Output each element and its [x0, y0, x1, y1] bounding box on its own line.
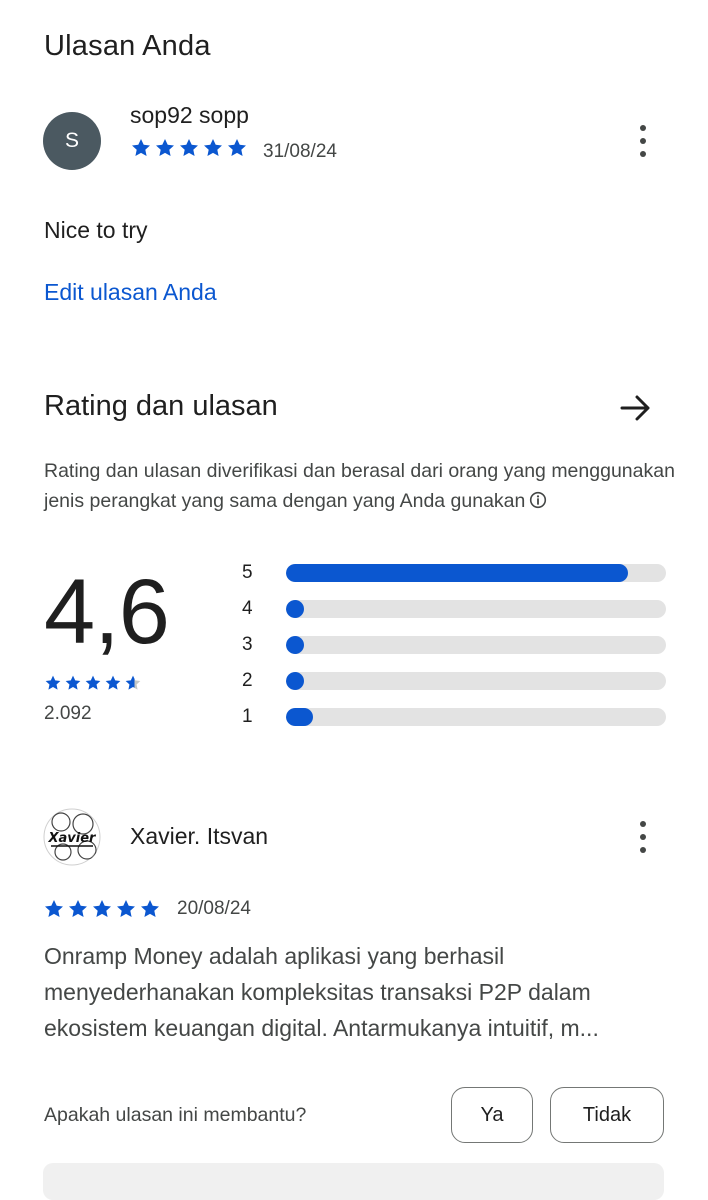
helpful-no-button[interactable]: Tidak: [550, 1087, 664, 1143]
average-rating: 4,6: [44, 561, 170, 663]
star-icon: [44, 674, 62, 692]
helpful-question: Apakah ulasan ini membantu?: [44, 1104, 307, 1126]
star-icon: [130, 137, 152, 159]
rating-bar-fill: [286, 672, 304, 690]
rating-bar-3: 3: [242, 634, 666, 656]
rating-bar-label: 5: [242, 562, 253, 583]
ratings-heading: Rating dan ulasan: [44, 390, 278, 422]
your-review-stars: [130, 137, 248, 159]
rating-bar-2: 2: [242, 670, 666, 692]
your-review-heading: Ulasan Anda: [44, 30, 211, 62]
avatar: S: [43, 112, 101, 170]
rating-bar-track: [286, 636, 666, 654]
reviewer-name: Xavier. Itsvan: [130, 823, 269, 849]
reviewer-date: 20/08/24: [177, 898, 251, 919]
star-icon: [115, 898, 137, 920]
star-icon: [139, 898, 161, 920]
rating-bar-4: 4: [242, 598, 666, 620]
rating-bar-track: [286, 600, 666, 618]
rating-bar-fill: [286, 600, 304, 618]
star-icon: [64, 674, 82, 692]
rating-bar-fill: [286, 636, 304, 654]
rating-bar-track: [286, 672, 666, 690]
rating-bar-label: 4: [242, 598, 253, 619]
rating-bar-fill: [286, 708, 313, 726]
star-icon: [91, 898, 113, 920]
more-vert-icon[interactable]: [631, 817, 655, 857]
average-stars: [44, 674, 142, 692]
ratings-description-text: Rating dan ulasan diverifikasi dan beras…: [44, 460, 675, 512]
edit-review-link[interactable]: Edit ulasan Anda: [44, 279, 217, 306]
your-review-user-name: sop92 sopp: [130, 102, 249, 128]
reviewer-avatar: Xavier: [43, 808, 101, 866]
your-review-date: 31/08/24: [263, 141, 337, 162]
arrow-right-icon[interactable]: [616, 388, 656, 428]
rating-bar-label: 1: [242, 706, 253, 727]
star-icon: [154, 137, 176, 159]
review-text[interactable]: Onramp Money adalah aplikasi yang berhas…: [44, 938, 664, 1046]
rating-bar-track: [286, 564, 666, 582]
star-icon: [124, 674, 142, 692]
reviewer-stars: [43, 898, 161, 920]
star-icon: [226, 137, 248, 159]
ratings-count: 2.092: [44, 703, 92, 724]
star-icon: [84, 674, 102, 692]
star-icon: [43, 898, 65, 920]
star-icon: [202, 137, 224, 159]
rating-bar-1: 1: [242, 706, 666, 728]
rating-bar-label: 2: [242, 670, 253, 691]
star-icon: [67, 898, 89, 920]
avatar-letter: S: [64, 129, 79, 152]
rating-bar-5: 5: [242, 562, 666, 584]
developer-reply-card: [43, 1163, 664, 1200]
rating-bar-fill: [286, 564, 628, 582]
review-text-content: Onramp Money adalah aplikasi yang berhas…: [44, 943, 599, 1041]
star-icon: [104, 674, 122, 692]
rating-bar-track: [286, 708, 666, 726]
ratings-description: Rating dan ulasan diverifikasi dan beras…: [44, 457, 684, 518]
star-icon: [178, 137, 200, 159]
helpful-yes-button[interactable]: Ya: [451, 1087, 533, 1143]
rating-bar-label: 3: [242, 634, 253, 655]
info-icon[interactable]: [529, 489, 547, 519]
more-vert-icon[interactable]: [631, 121, 655, 161]
your-review-text: Nice to try: [44, 217, 148, 243]
reviewer-avatar-text: Xavier: [48, 831, 98, 846]
